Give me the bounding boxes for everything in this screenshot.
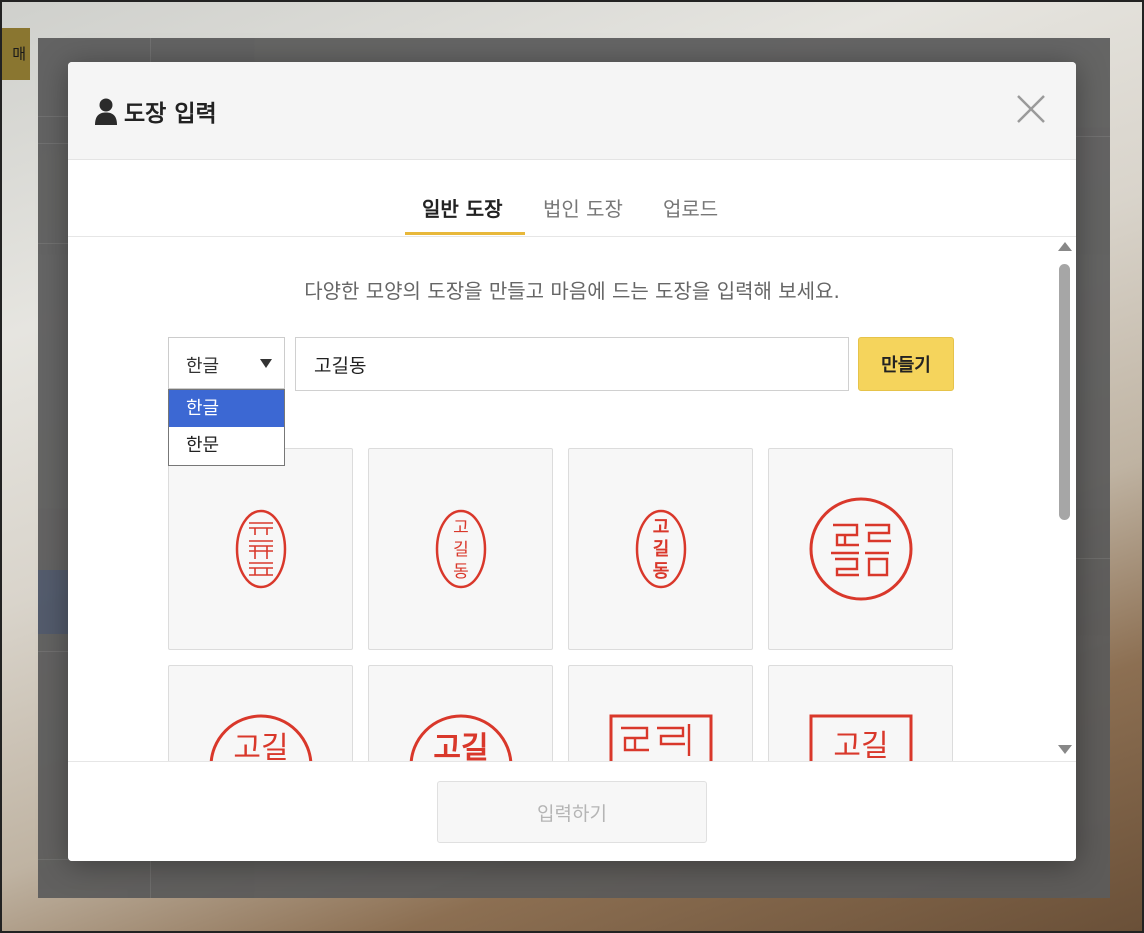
scroll-thumb[interactable] [1059, 264, 1070, 520]
close-icon[interactable] [1016, 94, 1046, 124]
caret-down-icon [260, 359, 272, 368]
scroll-down-arrow-icon[interactable] [1058, 745, 1072, 754]
stamp-option-square-seal[interactable] [568, 665, 753, 761]
tab-upload[interactable]: 업로드 [663, 193, 718, 222]
svg-text:동: 동 [653, 561, 670, 582]
background-button: 매 [2, 28, 30, 80]
stamp-option-circle-bold[interactable]: 고길 [368, 665, 553, 761]
name-input[interactable] [295, 337, 849, 391]
stamp-option-square-regular[interactable]: 고길 [768, 665, 953, 761]
scroll-up-arrow-icon[interactable] [1058, 242, 1072, 251]
submit-button[interactable]: 입력하기 [437, 781, 707, 843]
user-icon [95, 98, 117, 125]
dropdown-option-hanja[interactable]: 한문 [169, 427, 284, 464]
script-dropdown: 한글 한문 [168, 389, 285, 466]
screenshot-frame: 매 도장 입력 일반 도장 법인 도장 업로드 다양한 모양의 도장을 만들고 … [0, 0, 1144, 933]
svg-text:길: 길 [453, 540, 469, 560]
modal-footer: 입력하기 [68, 761, 1076, 861]
modal-title-wrap: 도장 입력 [94, 94, 217, 128]
script-select[interactable]: 한글 [168, 337, 285, 389]
stamp-option-circle-regular[interactable]: 고길 [168, 665, 353, 761]
background-selected-row [38, 570, 68, 634]
svg-text:길: 길 [653, 538, 670, 560]
tab-general-stamp[interactable]: 일반 도장 [422, 193, 503, 222]
script-select-value: 한글 [186, 356, 220, 377]
description-text: 다양한 모양의 도장을 만들고 마음에 드는 도장을 입력해 보세요. [304, 279, 840, 303]
stamp-option-oval-outline[interactable] [168, 448, 353, 650]
modal-header: 도장 입력 [68, 62, 1076, 160]
svg-text:동: 동 [453, 562, 469, 582]
stamp-option-oval-bold[interactable]: 고 길 동 [568, 448, 753, 650]
tab-corporate-stamp[interactable]: 법인 도장 [543, 193, 623, 222]
modal-content: 다양한 모양의 도장을 만들고 마음에 드는 도장을 입력해 보세요. 한글 만… [68, 237, 1076, 761]
stamp-input-modal: 도장 입력 일반 도장 법인 도장 업로드 다양한 모양의 도장을 만들고 마음… [68, 62, 1076, 861]
stamp-type-tabs: 일반 도장 법인 도장 업로드 [68, 160, 1076, 237]
active-tab-indicator [405, 232, 525, 235]
svg-text:고길: 고길 [233, 731, 288, 761]
make-button[interactable]: 만들기 [858, 337, 954, 391]
content-scrollbar[interactable] [1056, 242, 1074, 756]
stamp-option-circle-seal[interactable] [768, 448, 953, 650]
svg-text:고길: 고길 [433, 731, 488, 761]
svg-text:고길: 고길 [833, 729, 888, 761]
stamp-option-oval-regular[interactable]: 고 길 동 [368, 448, 553, 650]
dropdown-option-hangul[interactable]: 한글 [169, 390, 284, 427]
svg-text:고: 고 [653, 517, 670, 538]
modal-title: 도장 입력 [124, 101, 217, 127]
svg-text:고: 고 [453, 518, 469, 538]
